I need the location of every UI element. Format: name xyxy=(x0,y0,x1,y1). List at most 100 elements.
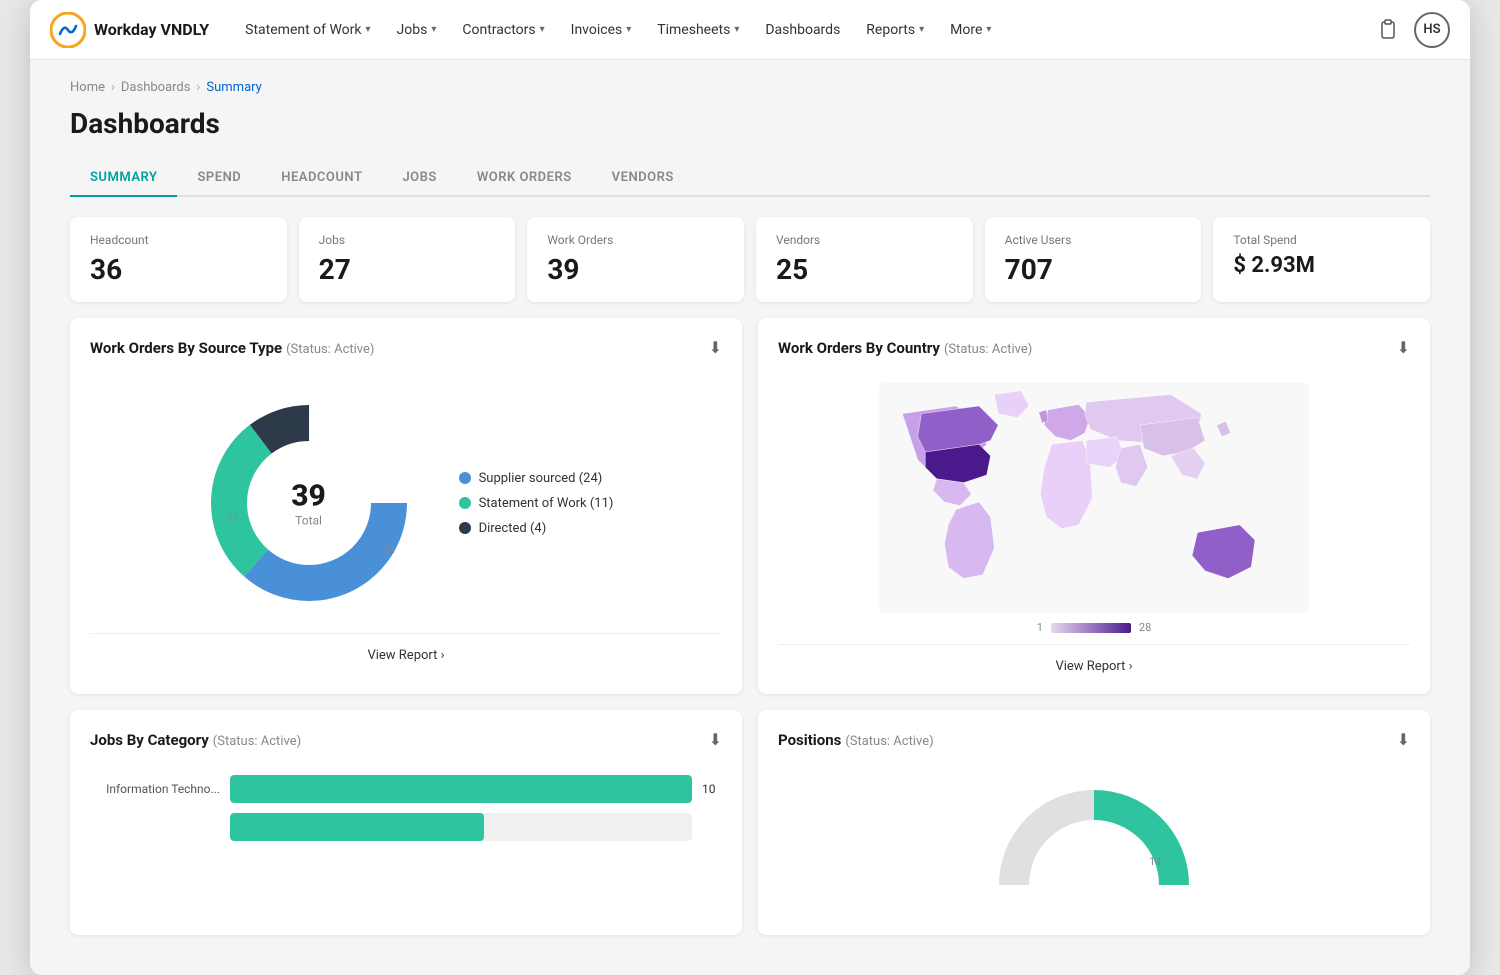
chart-header-source: Work Orders By Source Type (Status: Acti… xyxy=(90,338,722,357)
stat-active-users-label: Active Users xyxy=(1005,233,1182,247)
stat-total-spend: Total Spend $ 2.93M xyxy=(1213,217,1430,302)
stat-total-spend-label: Total Spend xyxy=(1233,233,1410,247)
tab-vendors[interactable]: VENDORS xyxy=(592,160,694,197)
stat-jobs-label: Jobs xyxy=(319,233,496,247)
nav-right: HS xyxy=(1374,12,1450,48)
bar-fill-2 xyxy=(230,813,484,841)
chart-header-positions: Positions (Status: Active) ⬇ xyxy=(778,730,1410,749)
app-window: Workday VNDLY Statement of Work ▾ Jobs ▾… xyxy=(30,0,1470,975)
download-icon-jobs[interactable]: ⬇ xyxy=(709,730,722,749)
legend-dot-directed xyxy=(459,522,471,534)
tab-jobs[interactable]: JOBS xyxy=(382,160,456,197)
nav-more[interactable]: More ▾ xyxy=(938,14,1003,46)
download-icon-source[interactable]: ⬇ xyxy=(709,338,722,357)
stat-jobs: Jobs 27 xyxy=(299,217,516,302)
nav-items: Statement of Work ▾ Jobs ▾ Contractors ▾… xyxy=(233,14,1366,46)
map-gradient xyxy=(1051,623,1131,633)
nav-contractors[interactable]: Contractors ▾ xyxy=(450,14,556,46)
stat-jobs-value: 27 xyxy=(319,253,496,286)
bar-track-2 xyxy=(230,813,692,841)
clipboard-icon[interactable] xyxy=(1374,16,1402,44)
donut-label-left: 11 xyxy=(227,515,238,526)
bar-row-it: Information Techno... 10 xyxy=(90,775,722,803)
chart-title-positions: Positions (Status: Active) xyxy=(778,730,934,749)
chevron-down-icon: ▾ xyxy=(734,24,739,35)
chart-title-source: Work Orders By Source Type (Status: Acti… xyxy=(90,338,374,357)
chart-title-country: Work Orders By Country (Status: Active) xyxy=(778,338,1032,357)
nav-jobs[interactable]: Jobs ▾ xyxy=(385,14,449,46)
positions-chart: Positions (Status: Active) ⬇ 14 xyxy=(758,710,1430,935)
stat-headcount-value: 36 xyxy=(90,253,267,286)
breadcrumb-sep-1: › xyxy=(111,80,115,95)
legend-dot-sow xyxy=(459,497,471,509)
bar-chart-area: Information Techno... 10 xyxy=(90,765,722,861)
view-report-link-source[interactable]: View Report › xyxy=(367,648,444,663)
chevron-down-icon: ▾ xyxy=(986,24,991,35)
legend-sow: Statement of Work (11) xyxy=(459,496,614,511)
nav-dashboards[interactable]: Dashboards xyxy=(753,14,852,46)
stat-work-orders: Work Orders 39 xyxy=(527,217,744,302)
nav-invoices[interactable]: Invoices ▾ xyxy=(559,14,644,46)
svg-text:14: 14 xyxy=(1149,855,1161,868)
nav-statement-of-work[interactable]: Statement of Work ▾ xyxy=(233,14,382,46)
view-report-country: View Report › xyxy=(778,644,1410,674)
breadcrumb: Home › Dashboards › Summary xyxy=(70,80,1430,95)
view-report-link-country[interactable]: View Report › xyxy=(1055,659,1132,674)
map-legend: 1 28 xyxy=(1037,621,1152,634)
download-icon-country[interactable]: ⬇ xyxy=(1397,338,1410,357)
stat-total-spend-value: $ 2.93M xyxy=(1233,253,1410,278)
map-legend-min: 1 xyxy=(1037,621,1043,634)
legend-supplier: Supplier sourced (24) xyxy=(459,471,614,486)
view-report-source: View Report › xyxy=(90,633,722,663)
user-avatar[interactable]: HS xyxy=(1414,12,1450,48)
positions-donut-svg: 14 xyxy=(994,775,1194,905)
donut-label-right: 24 xyxy=(384,545,396,556)
breadcrumb-dashboards[interactable]: Dashboards xyxy=(121,80,191,95)
bar-row-2 xyxy=(90,813,722,841)
bar-fill-it xyxy=(230,775,692,803)
work-orders-source-chart: Work Orders By Source Type (Status: Acti… xyxy=(70,318,742,694)
stat-vendors-value: 25 xyxy=(776,253,953,286)
donut-chart: 11 24 39 Total xyxy=(199,393,419,613)
nav-reports[interactable]: Reports ▾ xyxy=(854,14,936,46)
tab-work-orders[interactable]: WORK ORDERS xyxy=(457,160,592,197)
chart-header-jobs: Jobs By Category (Status: Active) ⬇ xyxy=(90,730,722,749)
stat-active-users-value: 707 xyxy=(1005,253,1182,286)
stat-headcount: Headcount 36 xyxy=(70,217,287,302)
page-title: Dashboards xyxy=(70,107,1430,140)
breadcrumb-sep-2: › xyxy=(196,80,200,95)
nav-timesheets[interactable]: Timesheets ▾ xyxy=(645,14,751,46)
bar-track-it xyxy=(230,775,692,803)
stat-work-orders-value: 39 xyxy=(547,253,724,286)
stat-vendors: Vendors 25 xyxy=(756,217,973,302)
tab-spend[interactable]: SPEND xyxy=(177,160,261,197)
world-map-svg xyxy=(778,383,1410,613)
chevron-down-icon: ▾ xyxy=(366,24,371,35)
bar-label-it: Information Techno... xyxy=(90,782,220,796)
stat-vendors-label: Vendors xyxy=(776,233,953,247)
positions-donut-area: 14 xyxy=(778,765,1410,915)
chevron-down-icon: ▾ xyxy=(919,24,924,35)
donut-area: 11 24 39 Total Supplier sourced (24) xyxy=(90,373,722,633)
world-map-area: 1 28 xyxy=(778,373,1410,644)
donut-legend: Supplier sourced (24) Statement of Work … xyxy=(459,471,614,536)
breadcrumb-home[interactable]: Home xyxy=(70,80,105,95)
chevron-down-icon: ▾ xyxy=(626,24,631,35)
download-icon-positions[interactable]: ⬇ xyxy=(1397,730,1410,749)
tab-summary[interactable]: SUMMARY xyxy=(70,160,177,197)
charts-row-1: Work Orders By Source Type (Status: Acti… xyxy=(70,318,1430,694)
chart-header-country: Work Orders By Country (Status: Active) … xyxy=(778,338,1410,357)
charts-row-2: Jobs By Category (Status: Active) ⬇ Info… xyxy=(70,710,1430,935)
workday-logo-icon xyxy=(50,12,86,48)
stat-headcount-label: Headcount xyxy=(90,233,267,247)
main-content: Home › Dashboards › Summary Dashboards S… xyxy=(30,60,1470,975)
stats-row: Headcount 36 Jobs 27 Work Orders 39 Vend… xyxy=(70,217,1430,302)
bar-value-it: 10 xyxy=(702,782,722,796)
tab-headcount[interactable]: HEADCOUNT xyxy=(261,160,382,197)
donut-center: 39 Total xyxy=(291,479,326,528)
brand-name: Workday VNDLY xyxy=(94,20,209,39)
breadcrumb-summary[interactable]: Summary xyxy=(206,80,261,95)
jobs-category-chart: Jobs By Category (Status: Active) ⬇ Info… xyxy=(70,710,742,935)
logo-wrap[interactable]: Workday VNDLY xyxy=(50,12,209,48)
navbar: Workday VNDLY Statement of Work ▾ Jobs ▾… xyxy=(30,0,1470,60)
